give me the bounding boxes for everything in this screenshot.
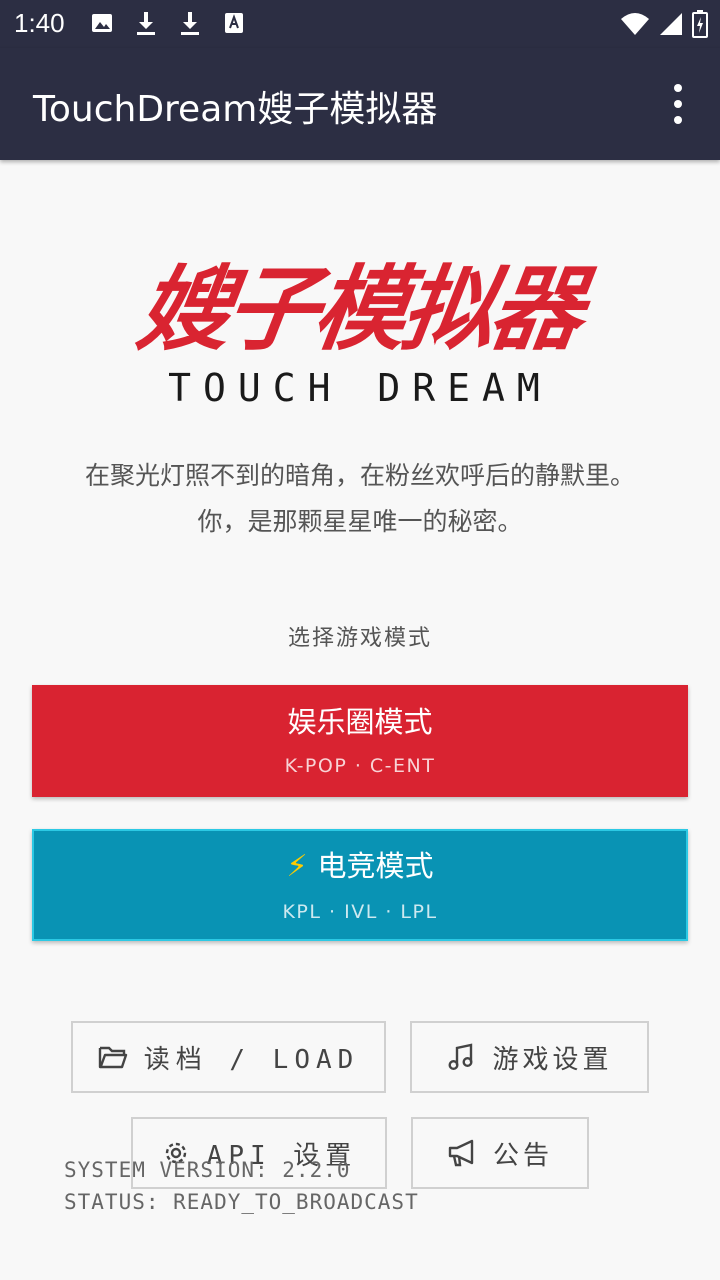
load-label: 读档 / LOAD — [143, 1044, 360, 1075]
tagline-line-1: 在聚光灯照不到的暗角，在粉丝欢呼后的静默里。 — [84, 461, 635, 490]
app-title: TouchDream嫂子模拟器 — [33, 89, 438, 130]
font-a-icon — [222, 10, 246, 36]
notification-icons — [90, 10, 246, 36]
image-icon — [90, 10, 114, 36]
logo-subtitle: TOUCH DREAM — [168, 366, 552, 410]
lightning-icon: ⚡ — [286, 849, 308, 884]
notice-button[interactable]: 公告 — [411, 1117, 589, 1189]
folder-open-icon — [98, 1042, 128, 1072]
signal-icon — [660, 13, 682, 35]
system-version: SYSTEM VERSION: 2.2.0 — [64, 1158, 351, 1182]
tagline: 在聚光灯照不到的暗角，在粉丝欢呼后的静默里。 你，是那颗星星唯一的秘密。 — [0, 453, 720, 545]
logo-title: 嫂子模拟器 — [131, 256, 587, 363]
app-bar: TouchDream嫂子模拟器 — [0, 48, 720, 160]
mode-subtitle: KPL · IVL · LPL — [282, 901, 438, 923]
load-button[interactable]: 读档 / LOAD — [71, 1021, 386, 1093]
game-settings-button[interactable]: 游戏设置 — [410, 1021, 649, 1093]
mode-title: 娱乐圈模式 — [287, 705, 433, 739]
game-settings-label: 游戏设置 — [492, 1044, 613, 1075]
mode-subtitle: K-POP · C-ENT — [284, 755, 436, 777]
tagline-line-2: 你，是那颗星星唯一的秘密。 — [197, 507, 523, 536]
mode-title-text: 电竞模式 — [317, 849, 434, 883]
wifi-icon — [621, 13, 649, 35]
entertainment-mode-button[interactable]: 娱乐圈模式 K-POP · C-ENT — [32, 685, 688, 797]
status-time: 1:40 — [14, 8, 65, 38]
mode-title: ⚡ 电竞模式 — [34, 843, 686, 885]
system-status: STATUS: READY_TO_BROADCAST — [64, 1190, 419, 1214]
download-icon — [134, 10, 158, 36]
system-info: SYSTEM VERSION: 2.2.0 STATUS: READY_TO_B… — [64, 1154, 419, 1218]
status-bar: 1:40 — [0, 0, 720, 48]
battery-charging-icon — [692, 10, 708, 38]
megaphone-icon — [447, 1138, 477, 1168]
notice-label: 公告 — [492, 1140, 553, 1171]
esports-mode-button[interactable]: ⚡ 电竞模式 KPL · IVL · LPL — [32, 829, 688, 941]
system-icons — [620, 10, 708, 38]
download-icon — [178, 10, 202, 36]
mode-select-label: 选择游戏模式 — [287, 626, 432, 651]
music-note-icon — [446, 1042, 476, 1072]
more-vert-icon[interactable] — [666, 84, 690, 124]
